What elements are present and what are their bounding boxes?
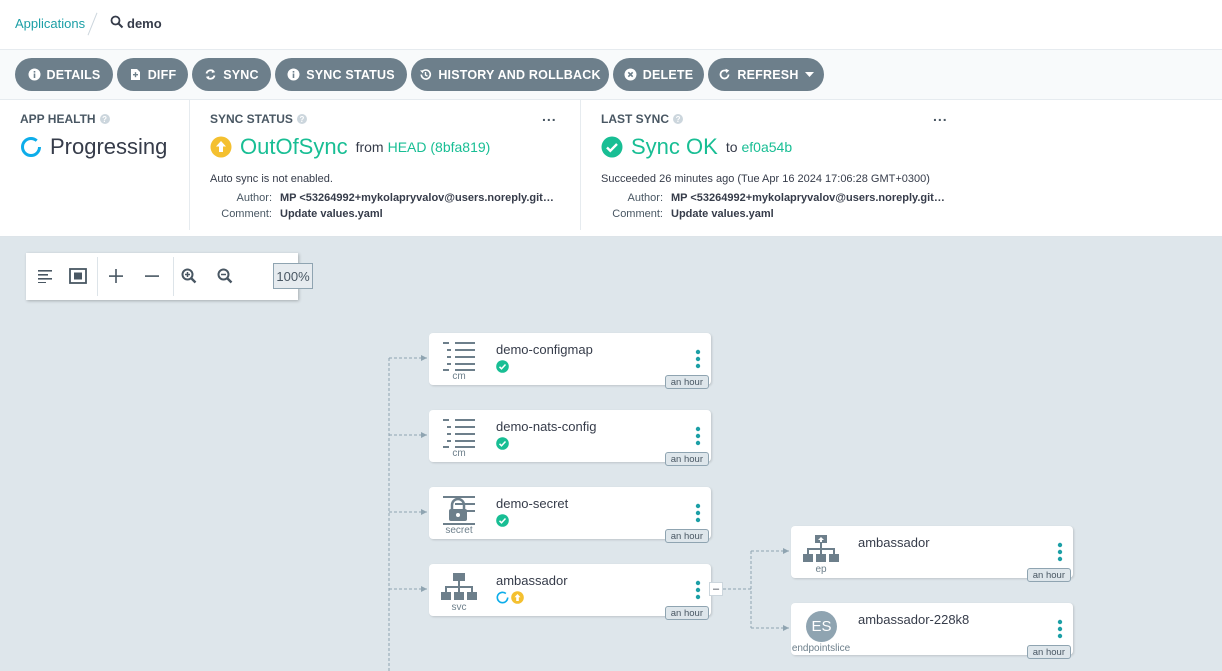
node-age-badge: an hour	[664, 452, 709, 466]
node-status	[496, 360, 509, 373]
kebab-menu-icon[interactable]	[695, 580, 701, 600]
kebab-menu-icon[interactable]	[1057, 542, 1063, 562]
node-age-badge: an hour	[664, 606, 709, 620]
endpointslice-icon: ES	[806, 611, 837, 642]
service-icon	[441, 573, 477, 600]
resource-node-configmap[interactable]: cm demo-configmap an hour	[429, 333, 711, 389]
kebab-menu-icon[interactable]	[695, 349, 701, 369]
kebab-menu-icon[interactable]	[1057, 619, 1063, 639]
node-age-badge: an hour	[1026, 568, 1071, 582]
resource-node-configmap[interactable]: cm demo-nats-config an hour	[429, 410, 711, 466]
progressing-icon	[496, 591, 509, 604]
kebab-menu-icon[interactable]	[695, 426, 701, 446]
resource-node-service[interactable]: svc ambassador an hour	[429, 564, 711, 620]
node-name: ambassador-228k8	[858, 612, 970, 627]
node-name: demo-nats-config	[496, 419, 597, 434]
node-name: ambassador	[496, 573, 568, 588]
secret-icon	[443, 496, 475, 525]
node-kind-label: secret	[445, 525, 473, 536]
synced-check-icon	[496, 514, 509, 527]
node-name: ambassador	[858, 535, 930, 550]
endpoints-icon	[803, 535, 839, 562]
node-age-badge: an hour	[664, 375, 709, 389]
synced-check-icon	[496, 360, 509, 373]
node-age-badge: an hour	[1026, 645, 1071, 659]
node-name: demo-secret	[496, 496, 569, 511]
node-age-badge: an hour	[664, 529, 709, 543]
node-kind-label: endpointslice	[791, 643, 851, 654]
node-status	[496, 591, 524, 604]
node-kind-label: cm	[452, 371, 466, 382]
collapse-node-button[interactable]: –	[709, 582, 723, 596]
resource-node-endpointslice[interactable]: ES endpointslice ambassador-228k8 an hou…	[791, 603, 1073, 659]
synced-check-icon	[496, 437, 509, 450]
configmap-icon	[443, 342, 475, 371]
node-kind-label: cm	[452, 448, 466, 459]
node-status	[496, 437, 509, 450]
resource-node-secret[interactable]: secret demo-secret an hour	[429, 487, 711, 543]
node-name: demo-configmap	[496, 342, 593, 357]
kebab-menu-icon[interactable]	[695, 503, 701, 523]
out-of-sync-icon	[511, 591, 524, 604]
configmap-icon	[443, 419, 475, 448]
node-kind-label: ep	[815, 564, 827, 575]
node-kind-label: svc	[451, 602, 467, 613]
node-status	[496, 514, 509, 527]
resource-node-endpoints[interactable]: ep ambassador an hour	[791, 526, 1073, 582]
